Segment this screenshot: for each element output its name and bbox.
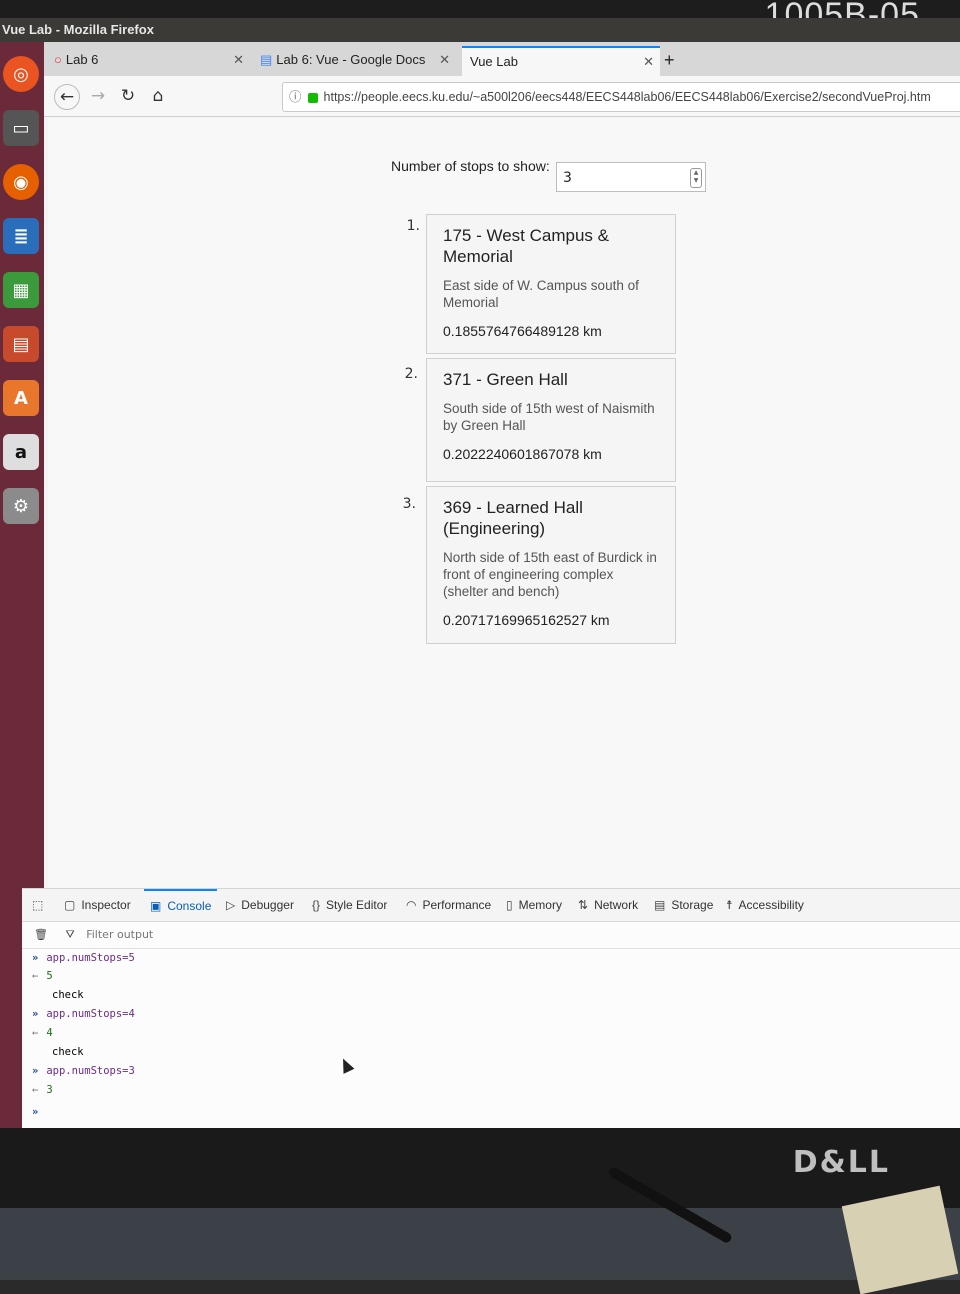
devtools-panel: ⬚ ▢ Inspector ▣ Console ▷ Debugger {} Style … [22,888,960,1128]
tab-network[interactable]: ⇅ Network [578,889,638,921]
element-picker-icon[interactable]: ⬚ [32,889,49,921]
close-tab-icon[interactable]: ✕ [233,46,244,74]
desk [0,1208,960,1280]
tab-accessibility[interactable]: ☨ Accessibility [726,889,804,921]
settings-icon[interactable]: ⚙ [3,488,39,524]
tab-lab6[interactable]: ○ Lab 6 ✕ [54,46,250,74]
docs-favicon-icon: ▤ [260,52,273,67]
tab-vue-lab[interactable]: Vue Lab ✕ [462,46,660,76]
console-result-line: ← 4 [32,1027,53,1039]
trash-icon[interactable]: 🗑 [34,928,48,941]
files-icon[interactable]: ▭ [3,110,39,146]
stop-description: South side of 15th west of Naismith by G… [443,401,655,433]
stop-distance: 0.2022240601867078 km [443,446,602,462]
back-icon[interactable]: ← [54,84,80,110]
tab-debugger[interactable]: ▷ Debugger [226,889,294,921]
tab-performance[interactable]: ◠ Performance [406,889,491,921]
software-center-icon[interactable]: A [3,380,39,416]
network-icon: ⇅ [578,898,589,912]
stops-label: Number of stops to show: [391,158,550,174]
tab-label: Lab 6 [65,52,99,67]
stops-value: 3 [563,170,572,186]
lab6-favicon-icon: ○ [54,52,62,67]
devtools-tab-label: Memory [518,898,562,912]
tab-inspector[interactable]: ▢ Inspector [64,889,131,921]
url-text: https://people.eecs.ku.edu/~a500l206/eec… [323,90,931,104]
stop-number: 2. [404,366,418,382]
home-icon[interactable]: ⌂ [146,84,170,108]
tab-bar: ○ Lab 6 ✕ ▤ Lab 6: Vue - Google Docs ✕ Vue L… [44,42,960,76]
page-content: Number of stops to show: 3 ▲ ▼ 1. 175 - W… [48,118,960,888]
stop-name: 371 - Green Hall [443,370,568,389]
info-icon[interactable]: ⓘ [289,90,302,104]
window-title: Vue Lab - Mozilla Firefox [0,18,960,42]
style-editor-icon: {} [312,898,321,912]
tab-storage[interactable]: ▤ Storage [654,889,713,921]
stop-description: North side of 15th east of Burdick in fr… [443,550,657,599]
stop-distance: 0.1855764766489128 km [443,323,602,339]
accessibility-icon: ☨ [726,898,733,912]
stop-name: 369 - Learned Hall (Engineering) [443,498,583,538]
ubuntu-dash-icon[interactable]: ◎ [3,56,39,92]
console-log-line: check [52,989,84,1001]
firefox-icon[interactable]: ◉ [3,164,39,200]
memory-icon: ▯ [506,898,513,912]
close-tab-icon[interactable]: ✕ [643,48,654,76]
forward-icon[interactable]: → [86,84,110,108]
amazon-icon[interactable]: a [3,434,39,470]
devtools-tab-label: Storage [671,898,714,912]
console-input-line: » app.numStops=3 [32,1065,135,1077]
impress-icon[interactable]: ▤ [3,326,39,362]
console-output: » app.numStops=5 ← 5 check » app.numStops=4… [22,949,960,1128]
devtools-tab-label: Performance [422,898,492,912]
spinner-icon[interactable]: ▲ ▼ [690,168,702,188]
console-result-line: ← 5 [32,970,53,982]
new-tab-icon[interactable]: + [664,46,684,74]
url-bar[interactable]: ⓘ https://people.eecs.ku.edu/~a500l206/ee… [282,82,960,112]
console-input-line: » app.numStops=5 [32,952,135,964]
devtools-tab-label: Inspector [81,898,131,912]
console-input-line: » app.numStops=4 [32,1008,135,1020]
writer-icon[interactable]: ≣ [3,218,39,254]
tab-console[interactable]: ▣ Console [144,889,218,923]
devtools-tab-label: Style Editor [326,898,388,912]
tab-memory[interactable]: ▯ Memory [506,889,562,921]
console-filter-bar: 🗑 ⛛ Filter output [22,922,960,949]
console-log-line: check [52,1046,84,1058]
tab-label: Vue Lab [470,54,518,69]
devtools-tab-label: Debugger [241,898,294,912]
devtools-tab-bar: ⬚ ▢ Inspector ▣ Console ▷ Debugger {} Style … [22,889,960,922]
nav-bar: ← → ↻ ⌂ ⓘ https://people.eecs.ku.edu/~a50… [44,76,960,117]
lock-icon [307,92,318,103]
stop-distance: 0.20717169965162527 km [443,612,610,628]
inspector-icon: ▢ [64,898,76,912]
tab-style-editor[interactable]: {} Style Editor [312,889,387,921]
stop-description: East side of W. Campus south of Memorial [443,278,639,310]
console-prompt[interactable]: » [32,1103,46,1121]
stop-card: 175 - West Campus & Memorial East side o… [426,214,676,354]
stop-number: 1. [406,218,420,234]
console-icon: ▣ [150,899,162,913]
debugger-icon: ▷ [226,898,236,912]
monitor-brand-logo: D&LL [792,1145,890,1180]
devtools-tab-label: Accessibility [738,898,804,912]
stop-name: 175 - West Campus & Memorial [443,226,609,266]
devtools-tab-label: Console [167,899,212,913]
filter-input[interactable]: Filter output [86,928,153,941]
filter-icon: ⛛ [65,928,75,941]
devtools-tab-label: Network [594,898,639,912]
screen: Vue Lab - Mozilla Firefox ◎ ▭ ◉ ≣ ▦ ▤ A … [0,18,960,1128]
stops-number-input[interactable]: 3 ▲ ▼ [556,162,706,192]
stop-card: 369 - Learned Hall (Engineering) North s… [426,486,676,644]
tab-google-docs[interactable]: ▤ Lab 6: Vue - Google Docs ✕ [260,46,456,74]
storage-icon: ▤ [654,898,666,912]
stop-number: 3. [402,496,416,512]
reload-icon[interactable]: ↻ [116,84,140,108]
close-tab-icon[interactable]: ✕ [439,46,450,74]
tab-label: Lab 6: Vue - Google Docs [276,52,426,67]
console-result-line: ← 3 [32,1084,53,1096]
stop-card: 371 - Green Hall South side of 15th west… [426,358,676,482]
calc-icon[interactable]: ▦ [3,272,39,308]
performance-icon: ◠ [406,898,417,912]
